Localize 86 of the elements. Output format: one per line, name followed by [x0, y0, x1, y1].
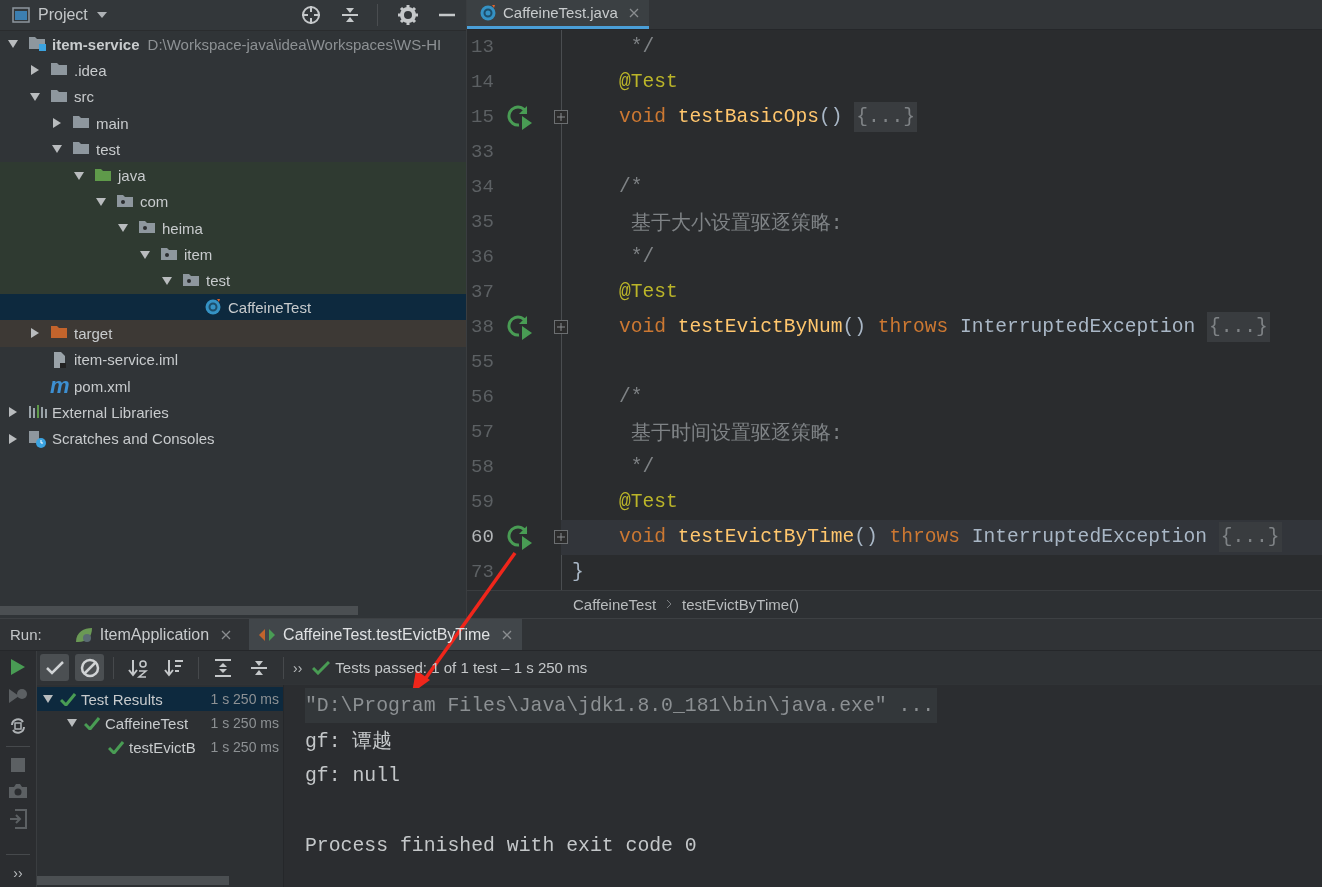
tree-item[interactable]: item-service D:\Workspace-java\idea\Workspaces\WS-HI — [0, 31, 466, 58]
code-line: 基于时间设置驱逐策略: — [629, 421, 843, 446]
code-line: */ — [629, 36, 655, 59]
tree-item[interactable]: External Libraries — [0, 399, 466, 426]
scrollbar[interactable] — [37, 876, 229, 885]
tree-item[interactable]: java — [0, 162, 466, 189]
class-icon — [204, 298, 223, 317]
collapse-arrow-icon[interactable] — [138, 248, 152, 261]
collapse-arrow-icon[interactable] — [28, 90, 42, 103]
show-ignored-toggle[interactable] — [75, 654, 104, 681]
check-icon — [45, 660, 64, 675]
tree-item[interactable]: Scratches and Consoles — [0, 425, 466, 452]
class-icon — [479, 4, 498, 22]
collapse-arrow-icon[interactable] — [41, 693, 55, 705]
expand-icon[interactable] — [554, 530, 568, 545]
sort-alpha-icon[interactable] — [128, 657, 148, 678]
exit-message: Process finished with exit code 0 — [305, 833, 697, 859]
sort-duration-icon[interactable] — [164, 657, 184, 678]
tree-item[interactable]: m pom.xml — [0, 372, 466, 400]
test-icon — [257, 626, 278, 643]
code-line: */ — [629, 456, 655, 479]
result-item[interactable]: Test Results 1 s 250 ms — [37, 687, 283, 711]
expand-icon[interactable] — [554, 110, 568, 125]
run-test-icon[interactable] — [506, 104, 534, 131]
code-line: */ — [629, 246, 655, 269]
tree-item[interactable]: test — [0, 136, 466, 163]
run-tab[interactable]: ItemApplication — [65, 619, 242, 650]
code-line: /* — [618, 386, 643, 409]
window-icon — [12, 7, 30, 23]
tree-item[interactable]: com — [0, 188, 466, 216]
duration-label: 1 s 250 ms — [210, 739, 280, 755]
tree-item[interactable]: src — [0, 83, 466, 110]
collapse-arrow-icon[interactable] — [160, 274, 174, 287]
code-line: 基于大小设置驱逐策略: — [629, 211, 843, 236]
console-output: gf: null — [305, 763, 400, 789]
collapse-arrow-icon[interactable] — [65, 717, 79, 729]
tree-item[interactable]: test — [0, 267, 466, 294]
settings-icon[interactable] — [398, 5, 418, 25]
chevron-icon — [666, 599, 673, 610]
maven-icon: m — [50, 375, 69, 397]
tree-item[interactable]: item — [0, 241, 466, 268]
code-line: @Test — [618, 71, 678, 94]
line-number: 60 — [470, 526, 495, 549]
prohibited-icon — [79, 657, 100, 678]
expand-icon[interactable] — [554, 320, 568, 335]
run-test-icon[interactable] — [506, 314, 534, 341]
console-output: gf: 谭越 — [305, 729, 393, 755]
file-tab[interactable]: CaffeineTest.java — [467, 0, 649, 29]
more-button[interactable]: ›› — [293, 659, 303, 676]
cycle-icon[interactable] — [8, 716, 28, 736]
collapse-arrow-icon[interactable] — [72, 169, 86, 182]
code-line: @Test — [618, 491, 678, 514]
result-item[interactable]: testEvictB 1 s 250 ms — [37, 735, 283, 759]
close-icon[interactable] — [628, 8, 639, 18]
tree-item[interactable]: target — [0, 320, 466, 347]
close-icon[interactable] — [221, 629, 232, 640]
tree-item[interactable]: CaffeineTest — [0, 293, 466, 321]
play-icon[interactable] — [10, 658, 26, 676]
result-item[interactable]: CaffeineTest 1 s 250 ms — [37, 711, 283, 735]
breadcrumb[interactable]: testEvictByTime() — [682, 596, 800, 613]
tree-item[interactable]: item-service.iml — [0, 346, 466, 373]
module-path: D:\Workspace-java\idea\Workspaces\WS-HI — [147, 35, 442, 53]
code-line: /* — [618, 176, 643, 199]
close-icon[interactable] — [502, 629, 513, 640]
scratch-icon — [28, 429, 47, 448]
module-icon — [28, 35, 47, 54]
leaf-icon — [73, 625, 94, 644]
duration-label: 1 s 250 ms — [210, 691, 280, 707]
caret-icon[interactable] — [95, 11, 108, 19]
code-line: @Test — [618, 281, 678, 304]
code-line: } — [572, 561, 584, 584]
scrollbar[interactable] — [0, 606, 358, 615]
collapse-arrow-icon[interactable] — [94, 195, 108, 208]
collapse-all-icon[interactable] — [341, 5, 359, 25]
expand-all-icon[interactable] — [213, 657, 233, 678]
tree-item[interactable]: main — [0, 109, 466, 137]
breadcrumb[interactable]: CaffeineTest — [573, 596, 657, 613]
duration-label: 1 s 250 ms — [210, 715, 280, 731]
crosshair-icon[interactable] — [301, 5, 321, 25]
tree-item[interactable]: .idea — [0, 57, 466, 84]
panel-label: Run: — [9, 626, 43, 643]
show-passed-toggle[interactable] — [40, 654, 69, 681]
more-button[interactable]: ›› — [13, 865, 23, 883]
panel-title[interactable]: Project — [38, 6, 88, 24]
run-test-icon[interactable] — [506, 524, 534, 551]
tree-item[interactable]: heima — [0, 215, 466, 242]
